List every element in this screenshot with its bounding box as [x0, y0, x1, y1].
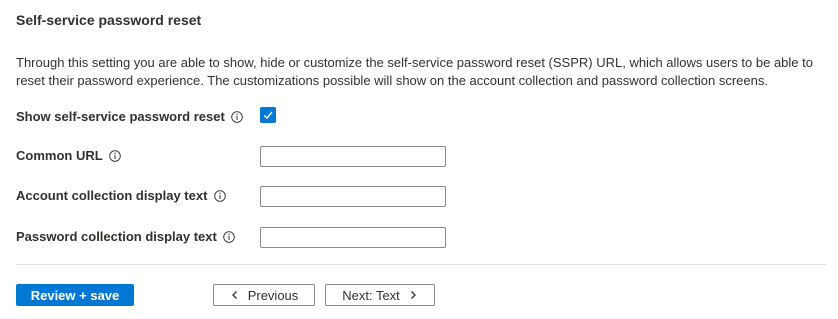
chevron-right-icon — [410, 291, 416, 299]
password-collection-label: Password collection display text — [16, 229, 236, 244]
section-title: Self-service password reset — [16, 12, 202, 28]
review-save-button[interactable]: Review + save — [16, 284, 134, 306]
footer-divider — [16, 264, 826, 265]
info-icon[interactable] — [109, 150, 121, 162]
account-collection-label: Account collection display text — [16, 188, 226, 203]
next-button[interactable]: Next: Text — [325, 284, 435, 306]
info-icon[interactable] — [231, 111, 244, 123]
info-icon[interactable] — [223, 231, 236, 243]
previous-button[interactable]: Previous — [213, 284, 315, 306]
show-sspr-checkbox[interactable] — [260, 107, 276, 123]
common-url-label: Common URL — [16, 148, 121, 163]
common-url-input[interactable] — [260, 146, 446, 167]
section-description: Through this setting you are able to sho… — [16, 55, 813, 88]
show-sspr-label: Show self-service password reset — [16, 109, 244, 124]
checkmark-icon — [263, 111, 273, 119]
account-collection-input[interactable] — [260, 186, 446, 207]
info-icon[interactable] — [214, 190, 226, 202]
chevron-left-icon — [231, 291, 237, 299]
password-collection-input[interactable] — [260, 227, 446, 248]
